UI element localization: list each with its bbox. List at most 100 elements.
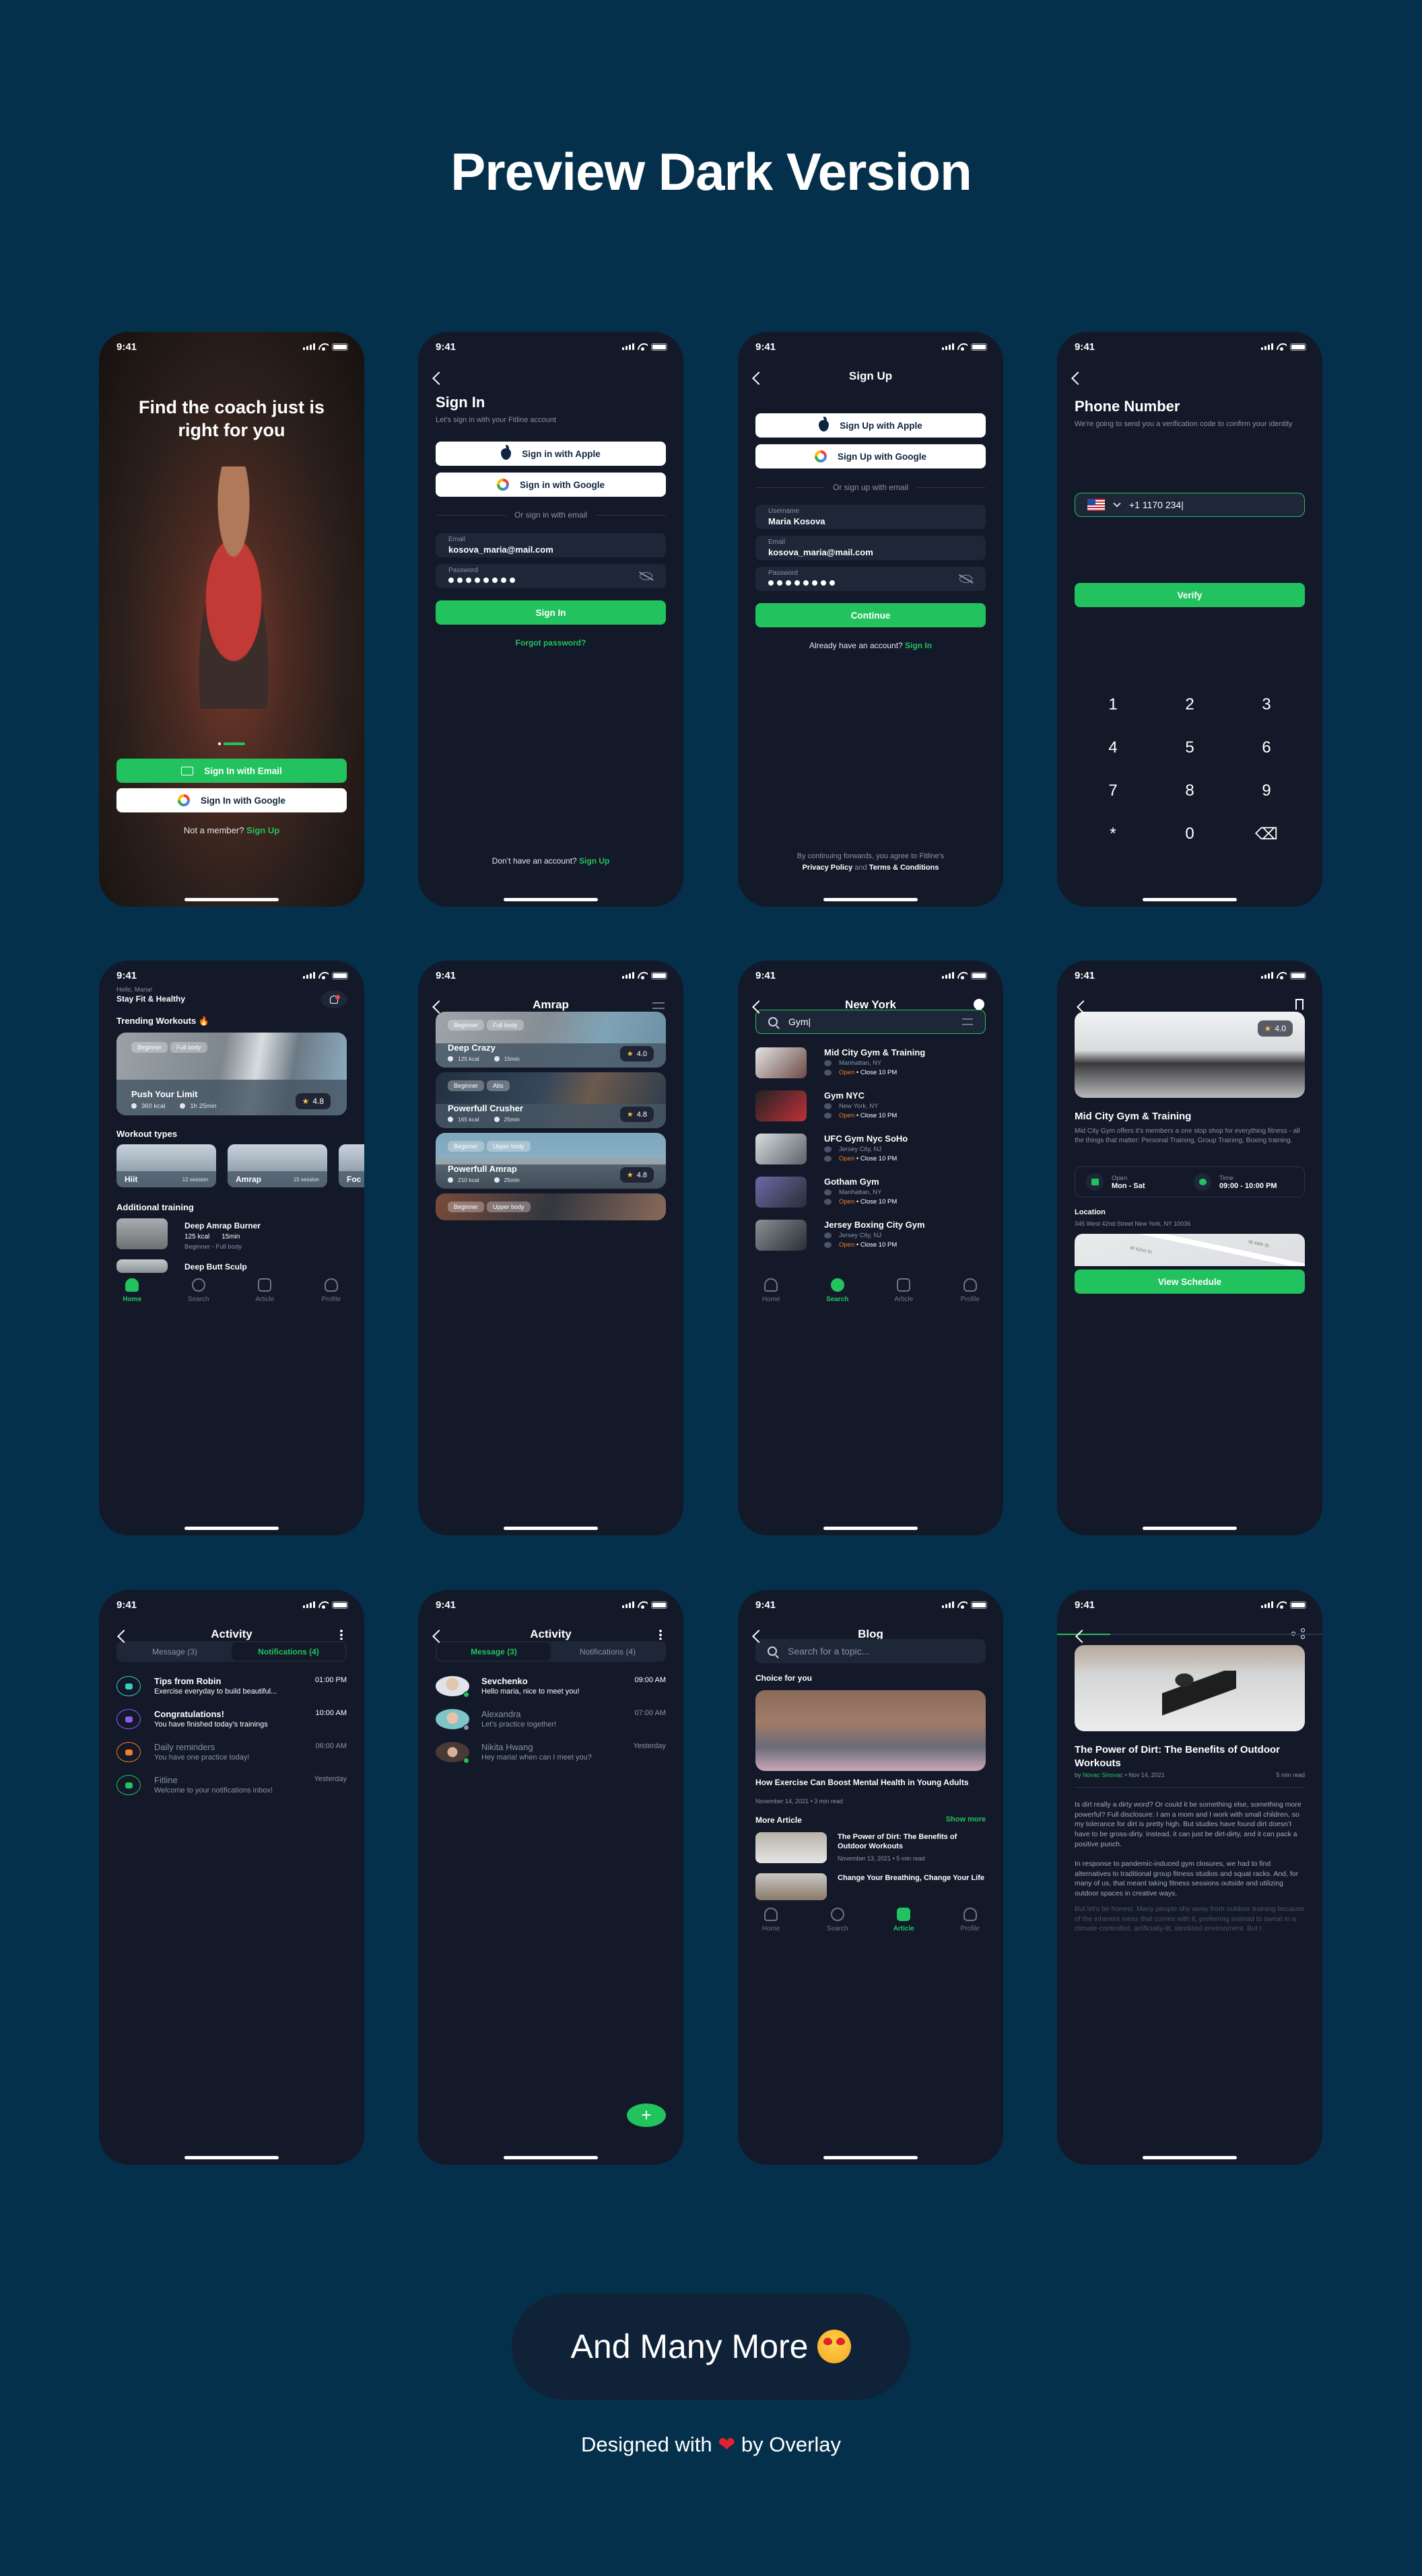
training-thumbnail[interactable]	[116, 1259, 168, 1273]
tab-bar: Home Search Article Profile	[738, 1273, 1003, 1313]
training-title[interactable]: Deep Amrap Burner	[184, 1221, 261, 1230]
tab-search[interactable]: Search	[175, 1278, 222, 1313]
continue-button[interactable]: Continue	[755, 603, 986, 627]
keypad-key[interactable]: 5	[1151, 738, 1228, 757]
tab-messages[interactable]: Message (3)	[437, 1642, 551, 1661]
article-list-item[interactable]: Change Your Breathing, Change Your Life	[755, 1873, 986, 1904]
sign-in-google-button[interactable]: Sign in with Google	[436, 473, 666, 497]
more-options-icon[interactable]	[659, 1629, 662, 1640]
eye-off-icon[interactable]	[640, 572, 652, 580]
forgot-password-link[interactable]: Forgot password?	[418, 638, 683, 648]
privacy-policy-link[interactable]: Privacy Policy	[803, 864, 853, 872]
tab-profile[interactable]: Profile	[947, 1278, 994, 1313]
workout-type-card[interactable]: Amrap 15 session	[228, 1144, 327, 1187]
featured-article-title[interactable]: How Exercise Can Boost Mental Health in …	[755, 1778, 986, 1788]
topic-search-input[interactable]: Search for a topic...	[755, 1639, 986, 1663]
signup-link[interactable]: Sign Up	[579, 856, 609, 866]
tab-notifications[interactable]: Notifications (4)	[551, 1642, 665, 1661]
tab-home[interactable]: Home	[747, 1278, 794, 1313]
keypad-key[interactable]: 4	[1075, 738, 1151, 757]
back-icon[interactable]	[1075, 1630, 1089, 1643]
email-field[interactable]: Email kosova_maria@mail.com	[436, 533, 666, 557]
tab-search[interactable]: Search	[814, 1908, 861, 1943]
article-list-item[interactable]: The Power of Dirt: The Benefits of Outdo…	[755, 1832, 986, 1863]
message-item[interactable]: Alexandra 07:00 AM Let’s practice together…	[436, 1709, 666, 1736]
chevron-down-icon[interactable]	[1113, 499, 1121, 508]
tab-messages[interactable]: Message (3)	[118, 1642, 232, 1661]
notification-item[interactable]: Daily reminders 06:00 AM You have one prac…	[116, 1742, 347, 1769]
password-field[interactable]: Password	[436, 564, 666, 588]
training-title[interactable]: Deep Butt Sculp	[184, 1262, 247, 1272]
back-icon[interactable]	[432, 372, 446, 385]
sign-in-apple-button[interactable]: Sign in with Apple	[436, 442, 666, 466]
workout-type-card[interactable]: Hiit 12 session	[116, 1144, 216, 1187]
tab-article[interactable]: Article	[880, 1908, 927, 1943]
gym-list-item[interactable]: Gotham Gym Manhattan, NY Open • Close 10 P…	[755, 1177, 986, 1209]
backspace-key[interactable]: ⌫	[1228, 825, 1305, 844]
chip-body: Upper body	[487, 1202, 531, 1212]
tab-home[interactable]: Home	[108, 1278, 156, 1313]
show-more-link[interactable]: Show more	[946, 1815, 986, 1823]
trending-workout-card[interactable]: Beginner Full body Push Your Limit 360 kc…	[116, 1033, 347, 1115]
view-schedule-button[interactable]: View Schedule	[1075, 1269, 1305, 1294]
keypad-key[interactable]: 9	[1228, 781, 1305, 800]
filter-icon[interactable]	[962, 1018, 973, 1025]
phone-input[interactable]: +1 1170 234|	[1075, 493, 1305, 517]
workout-card[interactable]: Beginner Full body Deep Crazy 125 kcal 15min…	[436, 1012, 666, 1068]
keypad-key[interactable]: 2	[1151, 695, 1228, 714]
keypad-key[interactable]: 8	[1151, 781, 1228, 800]
map-view[interactable]: W 42nd St W 44th St	[1075, 1234, 1305, 1266]
more-options-icon[interactable]	[340, 1629, 343, 1640]
tab-search[interactable]: Search	[814, 1278, 861, 1313]
tab-profile[interactable]: Profile	[947, 1908, 994, 1943]
message-item[interactable]: Sevchenko 09:00 AM Hello maria, nice to me…	[436, 1676, 666, 1703]
tab-home[interactable]: Home	[747, 1908, 794, 1943]
sign-in-email-button[interactable]: Sign In with Email	[116, 759, 347, 783]
password-field[interactable]: Password	[755, 567, 986, 591]
author-link[interactable]: Novac Sinovac	[1083, 1772, 1123, 1778]
notifications-button[interactable]	[320, 991, 347, 1008]
sign-in-google-button[interactable]: Sign In with Google	[116, 788, 347, 812]
message-item[interactable]: Nikita Hwang Yesterday Hey maria! when can…	[436, 1742, 666, 1769]
gym-list-item[interactable]: Jersey Boxing City Gym Jersey City, NJ Ope…	[755, 1220, 986, 1252]
filter-icon[interactable]	[652, 1002, 665, 1009]
tab-article[interactable]: Article	[241, 1278, 288, 1313]
keypad-key[interactable]: 7	[1075, 781, 1151, 800]
keypad-key[interactable]: 3	[1228, 695, 1305, 714]
bookmark-icon[interactable]	[1295, 999, 1304, 1010]
notification-item[interactable]: Fitline Yesterday Welcome to your notifica…	[116, 1775, 347, 1802]
article-icon	[897, 1908, 911, 1921]
tab-notifications[interactable]: Notifications (4)	[232, 1642, 345, 1661]
tab-profile[interactable]: Profile	[308, 1278, 355, 1313]
back-icon[interactable]	[1071, 372, 1085, 385]
sign-up-apple-button[interactable]: Sign Up with Apple	[755, 413, 986, 438]
featured-article-image[interactable]	[755, 1690, 986, 1771]
tab-article[interactable]: Article	[880, 1278, 927, 1313]
keypad-key[interactable]: 1	[1075, 695, 1151, 714]
gym-list-item[interactable]: UFC Gym Nyc SoHo Jersey City, NJ Open • Cl…	[755, 1134, 986, 1166]
notification-item[interactable]: Tips from Robin 01:00 PM Exercise everyday…	[116, 1676, 347, 1703]
notification-item[interactable]: Congratulations! 10:00 AM You have finishe…	[116, 1709, 347, 1736]
eye-off-icon[interactable]	[959, 575, 972, 583]
signup-link[interactable]: Sign Up	[246, 825, 279, 835]
gym-list-item[interactable]: Gym NYC New York, NY Open • Close 10 PM	[755, 1090, 986, 1123]
verify-button[interactable]: Verify	[1075, 583, 1305, 607]
username-field[interactable]: Username Maria Kosova	[755, 505, 986, 529]
keypad-key[interactable]: *	[1075, 825, 1151, 844]
workout-card[interactable]: Beginner Upper body	[436, 1193, 666, 1220]
new-message-button[interactable]: +	[627, 2103, 666, 2127]
workout-card[interactable]: Beginner Abs Powerfull Crusher 165 kcal 25mi…	[436, 1072, 666, 1128]
sign-up-google-button[interactable]: Sign Up with Google	[755, 444, 986, 468]
gym-list-item[interactable]: Mid City Gym & Training Manhattan, NY Open…	[755, 1047, 986, 1080]
email-field[interactable]: Email kosova_maria@mail.com	[755, 536, 986, 560]
signin-link[interactable]: Sign In	[905, 641, 932, 650]
keypad-key[interactable]: 6	[1228, 738, 1305, 757]
terms-link[interactable]: Terms & Conditions	[869, 864, 939, 872]
keypad-key[interactable]: 0	[1151, 825, 1228, 844]
training-thumbnail[interactable]	[116, 1218, 168, 1249]
workout-card[interactable]: Beginner Upper body Powerfull Amrap 210 kca…	[436, 1133, 666, 1189]
workout-type-card[interactable]: Foc	[339, 1144, 364, 1187]
gym-search-input[interactable]: Gym|	[755, 1010, 986, 1034]
us-flag-icon[interactable]	[1087, 499, 1105, 511]
sign-in-button[interactable]: Sign In	[436, 600, 666, 625]
